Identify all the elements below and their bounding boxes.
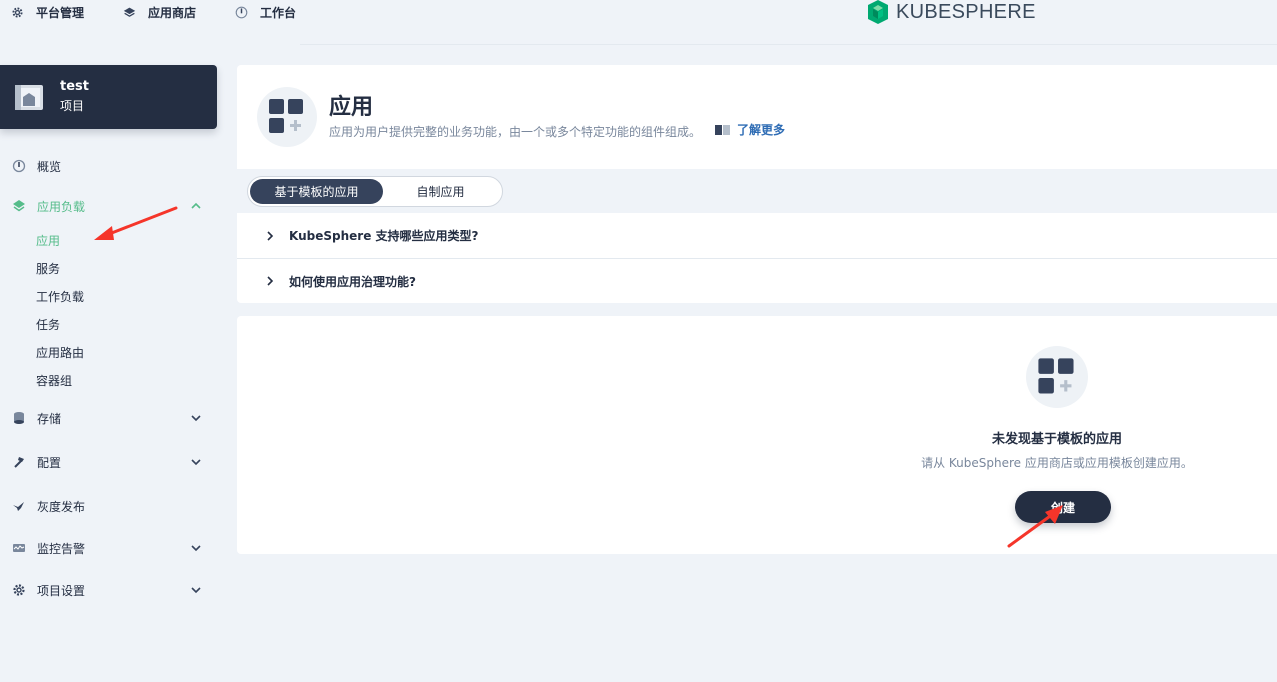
nav-label: 工作台 bbox=[260, 5, 297, 20]
layers-icon bbox=[13, 200, 25, 212]
sidebar-subitem-workloads[interactable]: 工作负载 bbox=[36, 288, 84, 306]
faq-item[interactable]: KubeSphere 支持哪些应用类型? bbox=[237, 213, 1277, 258]
sidebar-item-storage[interactable]: 存储 bbox=[0, 406, 217, 430]
sidebar-item-config[interactable]: 配置 bbox=[0, 450, 217, 474]
sidebar-item-gray-release[interactable]: 灰度发布 bbox=[0, 494, 217, 518]
top-nav: 平台管理 应用商店 工作台 KUBESPHERE bbox=[0, 0, 1277, 45]
create-button[interactable]: 创建 bbox=[1015, 491, 1111, 523]
sidebar-item-label: 应用负载 bbox=[37, 199, 86, 214]
page-header: 应用 应用为用户提供完整的业务功能，由一个或多个特定功能的组件组成。 了解更多 bbox=[237, 65, 1277, 169]
chevron-right-icon bbox=[267, 230, 274, 241]
sidebar-subitem-apps[interactable]: 应用 bbox=[36, 232, 60, 250]
faq-question: KubeSphere 支持哪些应用类型? bbox=[289, 229, 479, 243]
project-name: test bbox=[60, 79, 89, 94]
empty-description: 请从 KubeSphere 应用商店或应用模板创建应用。 bbox=[921, 456, 1193, 470]
sidebar-item-label: 配置 bbox=[37, 455, 62, 470]
bird-icon bbox=[13, 502, 24, 511]
chevron-down-icon[interactable] bbox=[190, 543, 202, 553]
tab-template-apps[interactable]: 基于模板的应用 bbox=[250, 179, 383, 204]
logo-text: KUBESPHERE bbox=[896, 0, 1036, 23]
page-title: 应用 bbox=[329, 95, 374, 120]
app-type-tabs: 基于模板的应用 自制应用 bbox=[247, 176, 503, 207]
project-switcher[interactable]: test 项目 bbox=[0, 65, 217, 129]
nav-label: 平台管理 bbox=[36, 5, 85, 20]
sidebar-item-label: 灰度发布 bbox=[37, 499, 86, 514]
chevron-down-icon[interactable] bbox=[190, 457, 202, 467]
empty-state: 未发现基于模板的应用 请从 KubeSphere 应用商店或应用模板创建应用。 … bbox=[237, 316, 1277, 554]
empty-title: 未发现基于模板的应用 bbox=[991, 432, 1122, 447]
sidebar-subitem-services[interactable]: 服务 bbox=[36, 260, 60, 278]
sidebar-item-workloads[interactable]: 应用负载 bbox=[0, 194, 217, 218]
gear-icon bbox=[12, 6, 23, 18]
hammer-icon bbox=[14, 457, 24, 468]
database-icon bbox=[14, 412, 24, 424]
sidebar-subitem-jobs[interactable]: 任务 bbox=[36, 316, 60, 334]
sidebar-item-label: 项目设置 bbox=[37, 583, 86, 598]
chevron-down-icon[interactable] bbox=[190, 413, 202, 423]
nav-label: 应用商店 bbox=[148, 5, 197, 20]
kubesphere-logo-icon bbox=[868, 0, 888, 24]
sidebar-item-label: 概览 bbox=[37, 159, 62, 174]
tab-custom-apps[interactable]: 自制应用 bbox=[383, 179, 498, 204]
faq-item[interactable]: 如何使用应用治理功能? bbox=[237, 258, 1277, 303]
project-icon bbox=[15, 85, 43, 110]
sidebar-item-label: 监控告警 bbox=[37, 541, 86, 556]
apps-icon bbox=[257, 87, 317, 147]
chevron-up-icon[interactable] bbox=[190, 201, 202, 211]
sidebar-item-label: 存储 bbox=[37, 411, 62, 426]
tabs-bar: 基于模板的应用 自制应用 bbox=[237, 169, 1277, 213]
kubesphere-logo[interactable]: KUBESPHERE bbox=[866, 0, 1036, 24]
project-type: 项目 bbox=[60, 99, 85, 113]
dashboard-icon bbox=[235, 6, 248, 18]
sidebar-subitem-pods[interactable]: 容器组 bbox=[36, 372, 72, 390]
sidebar-subitem-routes[interactable]: 应用路由 bbox=[36, 344, 84, 362]
chevron-down-icon[interactable] bbox=[190, 585, 202, 595]
faq-question: 如何使用应用治理功能? bbox=[289, 274, 416, 289]
sidebar-item-project-settings[interactable]: 项目设置 bbox=[0, 578, 217, 602]
monitor-icon bbox=[13, 544, 25, 552]
book-icon bbox=[715, 124, 730, 135]
nav-workbench[interactable]: 工作台 bbox=[235, 0, 296, 24]
nav-app-store[interactable]: 应用商店 bbox=[123, 0, 196, 24]
nav-platform-management[interactable]: 平台管理 bbox=[11, 0, 84, 24]
gear-icon bbox=[13, 584, 25, 596]
learn-more-label: 了解更多 bbox=[737, 123, 786, 137]
sidebar-item-overview[interactable]: 概览 bbox=[0, 154, 217, 178]
page-description: 应用为用户提供完整的业务功能，由一个或多个特定功能的组件组成。 bbox=[329, 125, 702, 139]
apps-icon bbox=[1026, 346, 1088, 408]
faq-list: KubeSphere 支持哪些应用类型? 如何使用应用治理功能? bbox=[237, 213, 1277, 303]
learn-more-link[interactable]: 了解更多 bbox=[715, 121, 785, 138]
dashboard-icon bbox=[12, 159, 26, 173]
top-divider bbox=[300, 44, 1277, 45]
sidebar-item-monitoring[interactable]: 监控告警 bbox=[0, 536, 217, 560]
layers-icon bbox=[123, 7, 136, 17]
chevron-right-icon bbox=[267, 276, 274, 286]
